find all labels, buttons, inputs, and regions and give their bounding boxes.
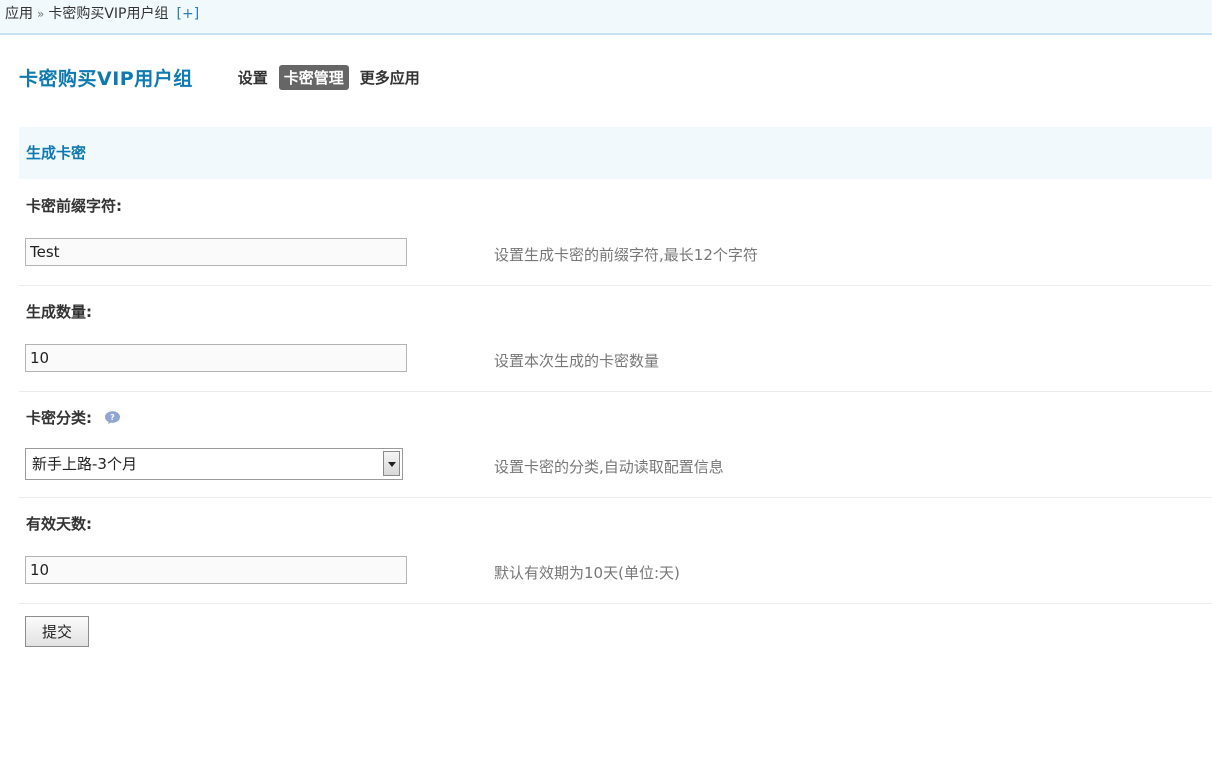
submit-button[interactable]: 提交 [25,616,89,647]
breadcrumb: 应用 » 卡密购买VIP用户组 [+] [0,0,1212,35]
app-header: 卡密购买VIP用户组 设置 卡密管理 更多应用 [19,62,431,92]
breadcrumb-separator: » [37,7,45,21]
days-hint: 默认有效期为10天(单位:天) [494,564,680,582]
days-label: 有效天数: [26,513,92,534]
prefix-hint: 设置生成卡密的前缀字符,最长12个字符 [494,246,758,264]
breadcrumb-current: 卡密购买VIP用户组 [48,6,169,22]
days-label-text: 有效天数: [26,515,92,533]
form-row-category: 卡密分类: ? 设置卡密的分类,自动读取配置信息 [19,392,1212,498]
prefix-input[interactable] [25,238,407,266]
category-label: 卡密分类: ? [26,407,121,428]
breadcrumb-root[interactable]: 应用 [5,6,33,22]
question-bubble-icon[interactable]: ? [104,410,121,425]
add-shortcut-link[interactable]: [+] [177,6,200,22]
prefix-label: 卡密前缀字符: [26,195,122,216]
category-select[interactable]: 新手上路-3个月 [25,448,403,480]
category-select-value: 新手上路-3个月 [32,455,137,473]
section-title: 生成卡密 [19,127,1212,179]
tab-card-management[interactable]: 卡密管理 [278,64,349,90]
form-row-days: 有效天数: 默认有效期为10天(单位:天) [19,498,1212,604]
days-input[interactable] [25,556,407,584]
category-hint: 设置卡密的分类,自动读取配置信息 [494,458,724,476]
tab-settings[interactable]: 设置 [233,65,273,90]
quantity-hint: 设置本次生成的卡密数量 [494,352,660,370]
prefix-label-text: 卡密前缀字符: [26,197,122,215]
app-title[interactable]: 卡密购买VIP用户组 [19,64,193,91]
category-label-text: 卡密分类: [26,409,92,427]
quantity-label-text: 生成数量: [26,303,92,321]
chevron-down-icon[interactable] [383,451,400,476]
form-row-quantity: 生成数量: 设置本次生成的卡密数量 [19,286,1212,392]
svg-text:?: ? [110,413,115,422]
quantity-input[interactable] [25,344,407,372]
quantity-label: 生成数量: [26,301,92,322]
tab-more-apps[interactable]: 更多应用 [355,65,425,90]
form-row-prefix: 卡密前缀字符: 设置生成卡密的前缀字符,最长12个字符 [19,180,1212,286]
generate-card-form: 卡密前缀字符: 设置生成卡密的前缀字符,最长12个字符 生成数量: 设置本次生成… [19,180,1212,604]
